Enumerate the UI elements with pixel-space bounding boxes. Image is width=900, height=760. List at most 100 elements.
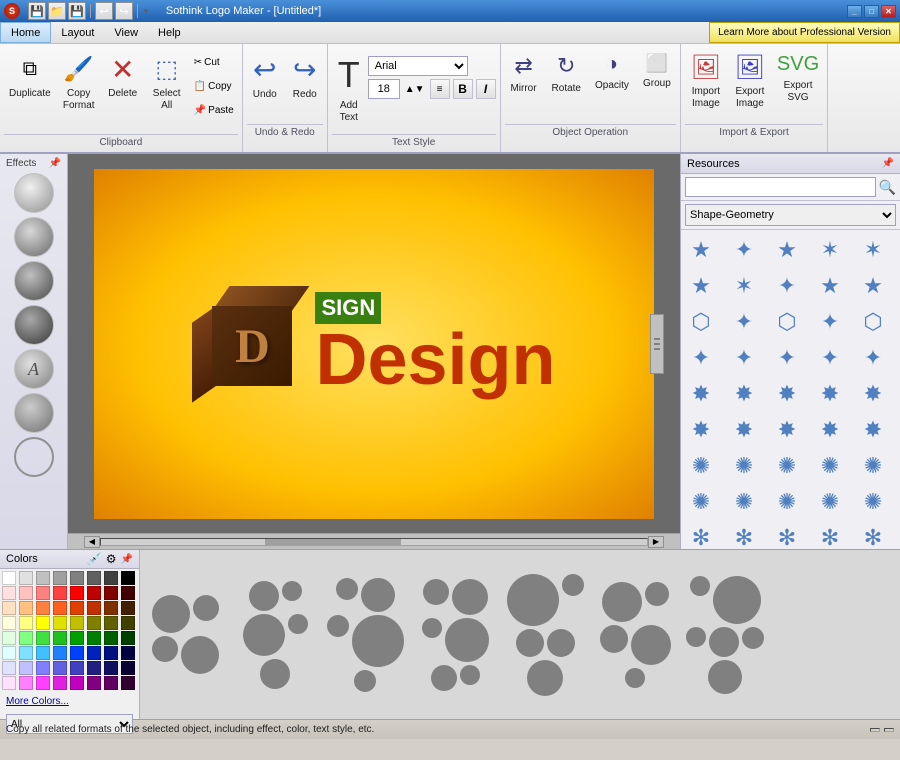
more-colors-button[interactable]: More Colors...	[6, 696, 133, 707]
bold-button[interactable]: B	[453, 79, 473, 99]
color-swatch[interactable]	[87, 661, 101, 675]
minimize-button[interactable]: _	[847, 5, 862, 18]
color-swatch[interactable]	[36, 616, 50, 630]
shape-grid-item[interactable]: ✦	[813, 305, 847, 339]
open-button[interactable]: 📁	[48, 2, 66, 20]
pro-version-button[interactable]: Learn More about Professional Version	[709, 22, 900, 43]
shape-grid-item[interactable]: ✦	[727, 233, 761, 267]
color-swatch[interactable]	[104, 661, 118, 675]
color-swatch[interactable]	[87, 676, 101, 690]
shape-grid-item[interactable]: ✶	[813, 233, 847, 267]
color-swatch[interactable]	[2, 586, 16, 600]
shape-grid-item[interactable]: ★	[856, 269, 890, 303]
shape-grid-item[interactable]: ★	[813, 269, 847, 303]
shape-grid-item[interactable]: ✻	[684, 521, 718, 549]
italic-button[interactable]: I	[476, 79, 496, 99]
shape-grid-item[interactable]: ✦	[813, 341, 847, 375]
effects-pin[interactable]: 📌	[49, 158, 61, 169]
color-swatch[interactable]	[121, 661, 135, 675]
save-button[interactable]: 💾	[28, 2, 46, 20]
shape-grid-item[interactable]: ✺	[770, 449, 804, 483]
shape-grid-item[interactable]: ✺	[727, 485, 761, 519]
color-swatch[interactable]	[2, 601, 16, 615]
color-swatch[interactable]	[87, 631, 101, 645]
color-swatch[interactable]	[53, 631, 67, 645]
effect-item-6[interactable]	[14, 437, 54, 477]
delete-button[interactable]: ✕ Delete	[102, 50, 144, 122]
shape-grid-item[interactable]: ✺	[856, 485, 890, 519]
shape-grid-item[interactable]: ✺	[684, 449, 718, 483]
color-swatch[interactable]	[87, 586, 101, 600]
copy-button[interactable]: 📋 Copy	[190, 76, 238, 96]
color-swatch[interactable]	[53, 571, 67, 585]
colors-settings-icon[interactable]: ⚙	[106, 552, 117, 566]
shape-grid-item[interactable]: ✸	[856, 413, 890, 447]
shape-grid-item[interactable]: ✦	[856, 341, 890, 375]
shape-grid-item[interactable]: ✸	[813, 413, 847, 447]
menu-view[interactable]: View	[104, 22, 148, 43]
shape-grid-item[interactable]: ✸	[770, 413, 804, 447]
effect-thumb-4[interactable]	[410, 565, 500, 705]
resources-search-input[interactable]	[685, 177, 876, 197]
color-swatch[interactable]	[87, 571, 101, 585]
shape-grid-item[interactable]: ✦	[770, 269, 804, 303]
menu-layout[interactable]: Layout	[51, 22, 104, 43]
color-swatch[interactable]	[2, 616, 16, 630]
undo-button[interactable]: ↩ Undo	[247, 50, 283, 122]
shape-grid-item[interactable]: ✺	[856, 449, 890, 483]
shape-grid-item[interactable]: ✸	[770, 377, 804, 411]
color-swatch[interactable]	[70, 676, 84, 690]
color-swatch[interactable]	[70, 571, 84, 585]
group-button[interactable]: ⬜ Group	[638, 50, 676, 122]
mirror-button[interactable]: ⇄ Mirror	[505, 50, 543, 122]
color-swatch[interactable]	[104, 571, 118, 585]
color-swatch[interactable]	[2, 571, 16, 585]
shape-grid-item[interactable]: ✦	[684, 341, 718, 375]
effect-thumb-6[interactable]	[590, 565, 680, 705]
redo-button[interactable]: ↪ Redo	[287, 50, 323, 122]
color-swatch[interactable]	[53, 616, 67, 630]
color-swatch[interactable]	[121, 571, 135, 585]
color-swatch[interactable]	[121, 601, 135, 615]
shape-grid-item[interactable]: ★	[684, 233, 718, 267]
shape-grid-item[interactable]: ✺	[770, 485, 804, 519]
shape-grid-item[interactable]: ⬡	[684, 305, 718, 339]
shape-grid-item[interactable]: ✺	[813, 449, 847, 483]
search-icon[interactable]: 🔍	[879, 179, 896, 196]
menu-home[interactable]: Home	[0, 22, 51, 43]
color-swatch[interactable]	[2, 646, 16, 660]
shape-grid-item[interactable]: ✦	[770, 341, 804, 375]
color-swatch[interactable]	[2, 631, 16, 645]
shape-grid-item[interactable]: ✻	[813, 521, 847, 549]
color-swatch[interactable]	[53, 586, 67, 600]
color-swatch[interactable]	[121, 631, 135, 645]
font-select[interactable]: Arial	[368, 56, 468, 76]
color-swatch[interactable]	[36, 631, 50, 645]
color-swatch[interactable]	[121, 616, 135, 630]
color-swatch[interactable]	[2, 661, 16, 675]
color-swatch[interactable]	[36, 676, 50, 690]
color-swatch[interactable]	[53, 601, 67, 615]
color-swatch[interactable]	[19, 601, 33, 615]
color-picker-icon[interactable]: 💉	[87, 552, 102, 566]
export-image-button[interactable]: 🖼 ExportImage	[729, 50, 771, 122]
align-left-button[interactable]: ≡	[430, 79, 450, 99]
color-swatch[interactable]	[121, 586, 135, 600]
color-swatch[interactable]	[70, 646, 84, 660]
canvas-scroll-handle[interactable]	[650, 314, 664, 374]
color-swatch[interactable]	[104, 601, 118, 615]
effect-item-1[interactable]	[14, 173, 54, 213]
effect-item-2[interactable]	[14, 217, 54, 257]
color-swatch[interactable]	[70, 631, 84, 645]
cut-button[interactable]: ✂ Cut	[190, 52, 238, 72]
color-swatch[interactable]	[104, 616, 118, 630]
effect-thumb-2[interactable]	[230, 565, 320, 705]
color-swatch[interactable]	[104, 586, 118, 600]
canvas-horizontal-scrollbar[interactable]: ◀ ▶	[68, 533, 680, 549]
shape-grid-item[interactable]: ✸	[727, 413, 761, 447]
color-swatch[interactable]	[104, 676, 118, 690]
color-swatch[interactable]	[19, 676, 33, 690]
shape-grid-item[interactable]: ⬡	[856, 305, 890, 339]
close-button[interactable]: ✕	[881, 5, 896, 18]
color-swatch[interactable]	[2, 676, 16, 690]
